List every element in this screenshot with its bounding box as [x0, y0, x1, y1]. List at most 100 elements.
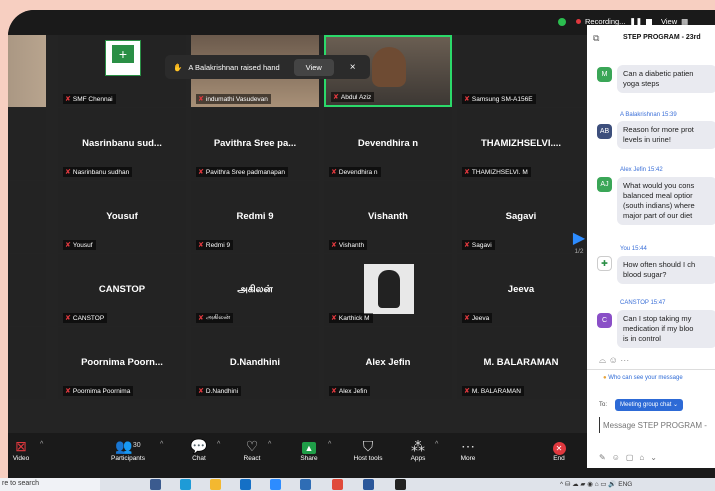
react-button[interactable]: ♡ React [240, 437, 264, 462]
chat-message-line: Can I stop taking my [623, 314, 692, 323]
more-button[interactable]: ⋯ More [456, 437, 480, 462]
participant-tile[interactable]: ✘ Samsung SM-A156E [457, 35, 585, 107]
terminal-icon[interactable] [395, 479, 406, 490]
participants-button[interactable]: 👥30 Participants [103, 437, 153, 462]
edge-icon[interactable] [180, 479, 191, 490]
participant-tile[interactable]: Nasrinbanu sud... ✘ Nasrinbanu sudhan [58, 108, 186, 180]
participants-icon-wrap: 👥30 [103, 437, 153, 455]
participant-tile[interactable]: banu [8, 181, 46, 253]
chat-message[interactable]: How often should I ch blood sugar? [617, 256, 715, 284]
participant-name: SMF Chennai [72, 95, 113, 103]
chat-message-line: levels in urine! [623, 135, 671, 144]
mic-muted-icon: ✘ [331, 388, 337, 395]
close-icon[interactable]: × [350, 62, 356, 73]
avatar[interactable]: ✚ [597, 256, 612, 271]
end-button[interactable]: ✕ End [548, 437, 570, 462]
participant-tile[interactable]: Redmi 9 ✘ Redmi 9 [191, 181, 319, 253]
outlook-icon[interactable] [240, 479, 251, 490]
participant-tile[interactable]: Poornima Poorn... ✘ Poornima Poornima [58, 327, 186, 399]
word-icon[interactable] [363, 479, 374, 490]
composer-tools[interactable]: ✎☺▢⌂⌄ [599, 453, 663, 462]
participant-name-display: Jeeva [507, 284, 535, 295]
chat-message[interactable]: What would you cons balanced meal optior(… [617, 177, 715, 225]
who-can-see[interactable]: ● Who can see your message [603, 375, 683, 381]
participant-tile[interactable]: Pavithra Sree pa... ✘ Pavithra Sree padman… [191, 108, 319, 180]
organization-logo: + [105, 40, 141, 76]
app-icon[interactable] [300, 479, 311, 490]
meeting-toolbar: ⊠ Video ^ 👥30 Participants ^ 💬 Chat ^ ♡ … [8, 433, 588, 478]
chat-input[interactable] [599, 417, 715, 433]
react-options-caret[interactable]: ^ [268, 441, 271, 448]
zoom-icon[interactable] [270, 479, 281, 490]
participant-tile[interactable]: CANSTOP ✘ CANSTOP [58, 254, 186, 326]
more-icon: ⋯ [461, 438, 475, 454]
participant-tile[interactable]: i [8, 254, 46, 326]
participant-tile[interactable]: Vishanth ✘ Vishanth [324, 181, 452, 253]
who-can-see-label: Who can see your message [608, 375, 683, 381]
participant-tile[interactable]: Devendhira n ✘ Devendhira n [324, 108, 452, 180]
participant-tile[interactable] [8, 35, 46, 107]
shield-icon [558, 17, 566, 26]
share-button[interactable]: ▲ Share [297, 437, 321, 462]
chat-options-caret[interactable]: ^ [217, 441, 220, 448]
participant-name: Pavithra Sree padmanapan [205, 168, 286, 176]
participants-options-caret[interactable]: ^ [160, 441, 163, 448]
apps-options-caret[interactable]: ^ [435, 441, 438, 448]
participant-name: indumathi Vasudevan [205, 95, 268, 103]
to-label: To: [599, 402, 608, 408]
notification-view-button[interactable]: View [293, 58, 334, 76]
participant-tile[interactable]: IU [8, 327, 46, 399]
gallery-view: + ✘ SMF Chennai ✘ indumathi Vasudevan ✘ Abdul … [8, 35, 588, 433]
chat-button[interactable]: 💬 Chat [188, 437, 210, 462]
mic-muted-icon: ✘ [464, 315, 470, 322]
avatar[interactable]: AB [597, 124, 612, 139]
participant-tile[interactable]: Jeeva ✘ Jeeva [457, 254, 585, 326]
message-actions[interactable]: ⌓ ☺ ⋯ [599, 355, 629, 366]
chat-label: Chat [192, 455, 206, 462]
participant-name-display: Vishanth [368, 211, 408, 222]
participant-tile[interactable]: D.Nandhini ✘ D.Nandhini [191, 327, 319, 399]
chrome-icon[interactable] [332, 479, 343, 490]
participant-name-display: Alex Jefin [365, 357, 411, 368]
participant-tile[interactable] [8, 108, 46, 180]
chat-panel-icon[interactable]: ⧉ [593, 33, 599, 44]
apps-button[interactable]: ⁂ Apps [406, 437, 430, 462]
share-options-caret[interactable]: ^ [328, 441, 331, 448]
participant-tile[interactable]: M. BALARAMAN ✘ M. BALARAMAN [457, 327, 585, 399]
participant-tile[interactable]: ✘ Karthick M [324, 254, 452, 326]
chat-message-line: is in control [623, 334, 661, 343]
participant-name-display: M. BALARAMAN [483, 357, 559, 368]
participant-name: THAMIZHSELVI. M [471, 168, 528, 176]
avatar[interactable]: C [597, 313, 612, 328]
chat-message[interactable]: Reason for more prot levels in urine! [617, 121, 715, 149]
participant-tile[interactable]: Yousuf ✘ Yousuf [58, 181, 186, 253]
chat-message-line: yoga steps [623, 79, 660, 88]
video-options-caret[interactable]: ^ [40, 441, 43, 448]
participant-name-label: ✘ Yousuf [63, 240, 96, 250]
explorer-icon[interactable] [210, 479, 221, 490]
participant-tile[interactable]: Alex Jefin ✘ Alex Jefin [324, 327, 452, 399]
mic-muted-icon: ✘ [198, 96, 204, 103]
participant-tile[interactable]: THAMIZHSELVI.... ✘ THAMIZHSELVI. M [457, 108, 585, 180]
chat-message[interactable]: Can a diabetic patien yoga steps [617, 65, 715, 93]
taskbar-search[interactable]: re to search [0, 478, 100, 491]
mic-muted-icon: ✘ [331, 242, 337, 249]
chat-message-author: Alex Jefin 15:42 [620, 167, 663, 173]
host-tools-button[interactable]: ⛉ Host tools [346, 437, 390, 462]
notification-text: A Balakrishnan raised hand [188, 62, 280, 72]
participant-tile[interactable]: அகிலன் ✘ அகிலன் [191, 254, 319, 326]
chat-message[interactable]: Can I stop taking my medication if my blo… [617, 310, 715, 348]
avatar[interactable]: M [597, 67, 612, 82]
system-tray[interactable]: ^ ⛁ ☁ ▰ ◉ ⌂ ▭ 🔊 ENG [560, 480, 632, 488]
video-button[interactable]: ⊠ Video [10, 437, 32, 462]
mic-muted-icon: ✘ [65, 242, 71, 249]
participant-tile[interactable]: Sagavi ✘ Sagavi [457, 181, 585, 253]
participant-name-display: அகிலன் [237, 284, 273, 295]
participant-name-label: ✘ Poornima Poornima [63, 386, 134, 396]
task-view-icon[interactable] [150, 479, 161, 490]
chevron-down-icon: ⌄ [673, 402, 679, 408]
recipient-select[interactable]: Meeting group chat ⌄ [615, 399, 684, 411]
stop-icon[interactable] [646, 18, 653, 25]
chat-message-line: What would you cons [623, 181, 695, 190]
avatar[interactable]: AJ [597, 177, 612, 192]
